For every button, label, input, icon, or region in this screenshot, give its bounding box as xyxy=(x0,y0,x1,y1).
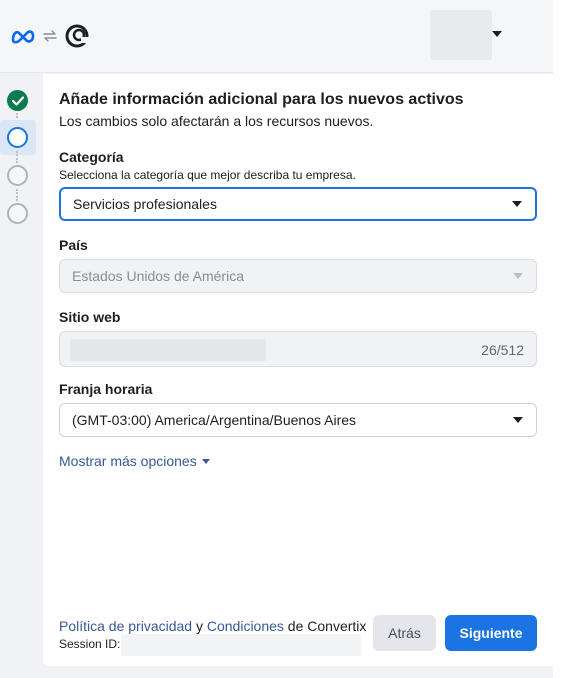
more-options-link[interactable]: Mostrar más opciones xyxy=(59,453,210,469)
country-value: Estados Unidos de América xyxy=(72,268,244,284)
terms-link[interactable]: Condiciones xyxy=(207,618,284,634)
more-options-label: Mostrar más opciones xyxy=(59,453,197,469)
chevron-down-icon xyxy=(512,201,522,207)
chevron-down-icon xyxy=(513,417,523,423)
step-pending-icon xyxy=(7,165,28,186)
category-value: Servicios profesionales xyxy=(73,196,217,212)
step-connector xyxy=(16,151,18,163)
business-logo-icon xyxy=(65,24,89,48)
privacy-policy-link[interactable]: Política de privacidad xyxy=(59,618,192,634)
account-avatar[interactable] xyxy=(430,10,492,60)
chevron-down-icon xyxy=(201,458,210,464)
timezone-select[interactable]: (GMT-03:00) America/Argentina/Buenos Air… xyxy=(59,403,537,437)
session-id-label: Session ID: xyxy=(59,637,121,651)
step-pending-icon xyxy=(7,203,28,224)
category-help-text: Selecciona la categoría que mejor descri… xyxy=(59,168,356,182)
country-label: País xyxy=(59,237,88,253)
company-text: de Convertix xyxy=(283,618,367,634)
country-select: Estados Unidos de América xyxy=(59,259,537,293)
meta-logo-icon xyxy=(11,30,35,44)
account-menu-caret-icon[interactable] xyxy=(492,31,502,37)
form-panel: Añade información adicional para los nue… xyxy=(43,74,553,666)
next-button[interactable]: Siguiente xyxy=(445,615,537,651)
website-input: 26/512 xyxy=(59,331,537,367)
page-subtitle: Los cambios solo afectarán a los recurso… xyxy=(59,113,374,129)
website-value-redacted xyxy=(70,339,266,361)
progress-stepper xyxy=(0,74,42,678)
chevron-down-icon xyxy=(513,273,523,279)
category-label: Categoría xyxy=(59,149,124,165)
legal-links: Política de privacidad y Condiciones de … xyxy=(59,618,366,634)
step-connector xyxy=(16,189,18,201)
sync-icon xyxy=(43,30,57,42)
timezone-label: Franja horaria xyxy=(59,381,153,397)
page-edge xyxy=(553,0,576,678)
timezone-value: (GMT-03:00) America/Argentina/Buenos Air… xyxy=(72,412,357,428)
category-select[interactable]: Servicios profesionales xyxy=(59,187,537,221)
back-button[interactable]: Atrás xyxy=(373,615,436,651)
step-completed-check-icon xyxy=(7,90,28,111)
step-current-icon xyxy=(7,127,28,148)
legal-conjunction: y xyxy=(192,618,207,634)
top-bar xyxy=(0,0,553,73)
logo-group xyxy=(10,22,90,50)
website-char-counter: 26/512 xyxy=(481,342,524,358)
page-title: Añade información adicional para los nue… xyxy=(59,91,464,108)
session-id-redacted xyxy=(121,634,361,656)
website-label: Sitio web xyxy=(59,309,121,325)
